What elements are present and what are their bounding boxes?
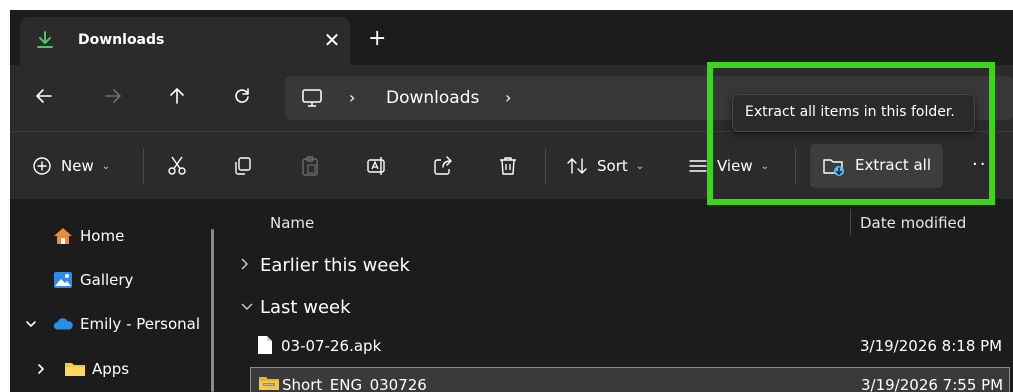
sidebar-item-label: Apps xyxy=(92,360,130,378)
column-header-name[interactable]: Name xyxy=(270,214,314,232)
navigation-pane: Home Gallery Emily - Personal Apps xyxy=(10,199,225,392)
file-name: Short_ENG_030726 xyxy=(282,376,427,392)
file-icon xyxy=(257,335,273,359)
gallery-icon xyxy=(52,269,74,291)
file-date-modified: 3/19/2026 8:18 PM xyxy=(860,337,1003,355)
zip-folder-icon xyxy=(258,374,280,392)
chevron-right-icon xyxy=(240,257,256,275)
onedrive-icon xyxy=(52,313,74,335)
file-name: 03-07-26.apk xyxy=(281,337,382,355)
refresh-icon xyxy=(235,88,249,103)
new-button[interactable]: New ⌄ xyxy=(32,150,110,182)
copy-icon xyxy=(235,157,251,175)
file-row[interactable]: 03-07-26.apk 3/19/2026 8:18 PM xyxy=(250,329,1010,363)
file-date-modified: 3/19/2026 7:55 PM xyxy=(861,376,1004,392)
highlight-box xyxy=(707,62,995,205)
plus-circle-icon xyxy=(33,157,51,175)
up-button[interactable] xyxy=(163,82,191,110)
group-label: Last week xyxy=(260,297,351,318)
file-explorer-window: Downloads ✕ + › Downloads › New ⌄ Sort ⌄… xyxy=(10,10,1013,392)
copy-button[interactable] xyxy=(232,150,254,182)
paste-button[interactable] xyxy=(299,150,321,182)
cut-button[interactable] xyxy=(166,150,188,182)
breadcrumb-downloads[interactable]: Downloads xyxy=(386,88,479,108)
view-icon xyxy=(689,160,707,172)
sidebar-scrollbar[interactable] xyxy=(211,229,214,392)
chevron-down-icon: ⌄ xyxy=(101,160,111,172)
sidebar-item-label: Gallery xyxy=(80,271,134,289)
forward-arrow-icon xyxy=(105,89,121,103)
column-header-date-modified[interactable]: Date modified xyxy=(860,214,966,232)
chevron-down-icon: ⌄ xyxy=(635,160,645,172)
column-divider[interactable] xyxy=(850,209,851,235)
tab-downloads[interactable]: Downloads ✕ xyxy=(20,17,350,65)
back-arrow-icon xyxy=(36,89,52,103)
trash-icon xyxy=(500,157,516,175)
rename-button[interactable] xyxy=(366,150,388,182)
download-icon xyxy=(34,29,56,51)
delete-button[interactable] xyxy=(497,150,519,182)
share-button[interactable] xyxy=(432,150,454,182)
breadcrumb-separator[interactable]: › xyxy=(349,88,355,107)
back-button[interactable] xyxy=(30,82,58,110)
paste-icon xyxy=(302,156,318,176)
new-button-label: New xyxy=(61,157,94,175)
sidebar-item-home[interactable]: Home xyxy=(52,223,124,249)
pc-icon[interactable] xyxy=(301,87,323,113)
sort-button-label: Sort xyxy=(597,157,628,175)
chevron-down-icon xyxy=(240,300,256,316)
forward-button[interactable] xyxy=(99,82,127,110)
toolbar-divider xyxy=(545,148,546,184)
file-list: Name Date modified Earlier this week Las… xyxy=(225,199,1013,392)
sidebar-item-apps[interactable]: Apps xyxy=(34,356,129,382)
up-arrow-icon xyxy=(170,88,184,104)
sidebar-item-label: Home xyxy=(80,227,125,245)
share-icon xyxy=(434,156,452,175)
cut-icon xyxy=(168,156,186,175)
sidebar-item-onedrive[interactable]: Emily - Personal xyxy=(24,311,200,337)
sidebar-item-label: Emily - Personal xyxy=(80,315,201,333)
sort-button[interactable]: Sort ⌄ xyxy=(566,150,644,182)
refresh-button[interactable] xyxy=(228,82,256,110)
group-earlier-this-week[interactable]: Earlier this week xyxy=(240,255,410,276)
chevron-right-icon[interactable] xyxy=(34,358,48,380)
rename-icon xyxy=(367,157,385,175)
tab-bar: Downloads ✕ + xyxy=(10,10,1013,65)
close-tab-button[interactable]: ✕ xyxy=(321,28,343,52)
sidebar-item-gallery[interactable]: Gallery xyxy=(52,267,133,293)
sort-icon xyxy=(567,158,587,174)
chevron-down-icon[interactable] xyxy=(24,313,38,335)
folder-icon xyxy=(64,358,86,380)
new-tab-button[interactable]: + xyxy=(368,28,386,50)
group-label: Earlier this week xyxy=(260,255,410,276)
group-last-week[interactable]: Last week xyxy=(240,297,351,318)
tab-title: Downloads xyxy=(78,32,165,48)
home-icon xyxy=(52,225,74,247)
toolbar-divider xyxy=(143,148,144,184)
file-row-selected[interactable]: Short_ENG_030726 3/19/2026 7:55 PM xyxy=(250,367,1010,392)
breadcrumb-separator-trailing[interactable]: › xyxy=(505,88,511,107)
